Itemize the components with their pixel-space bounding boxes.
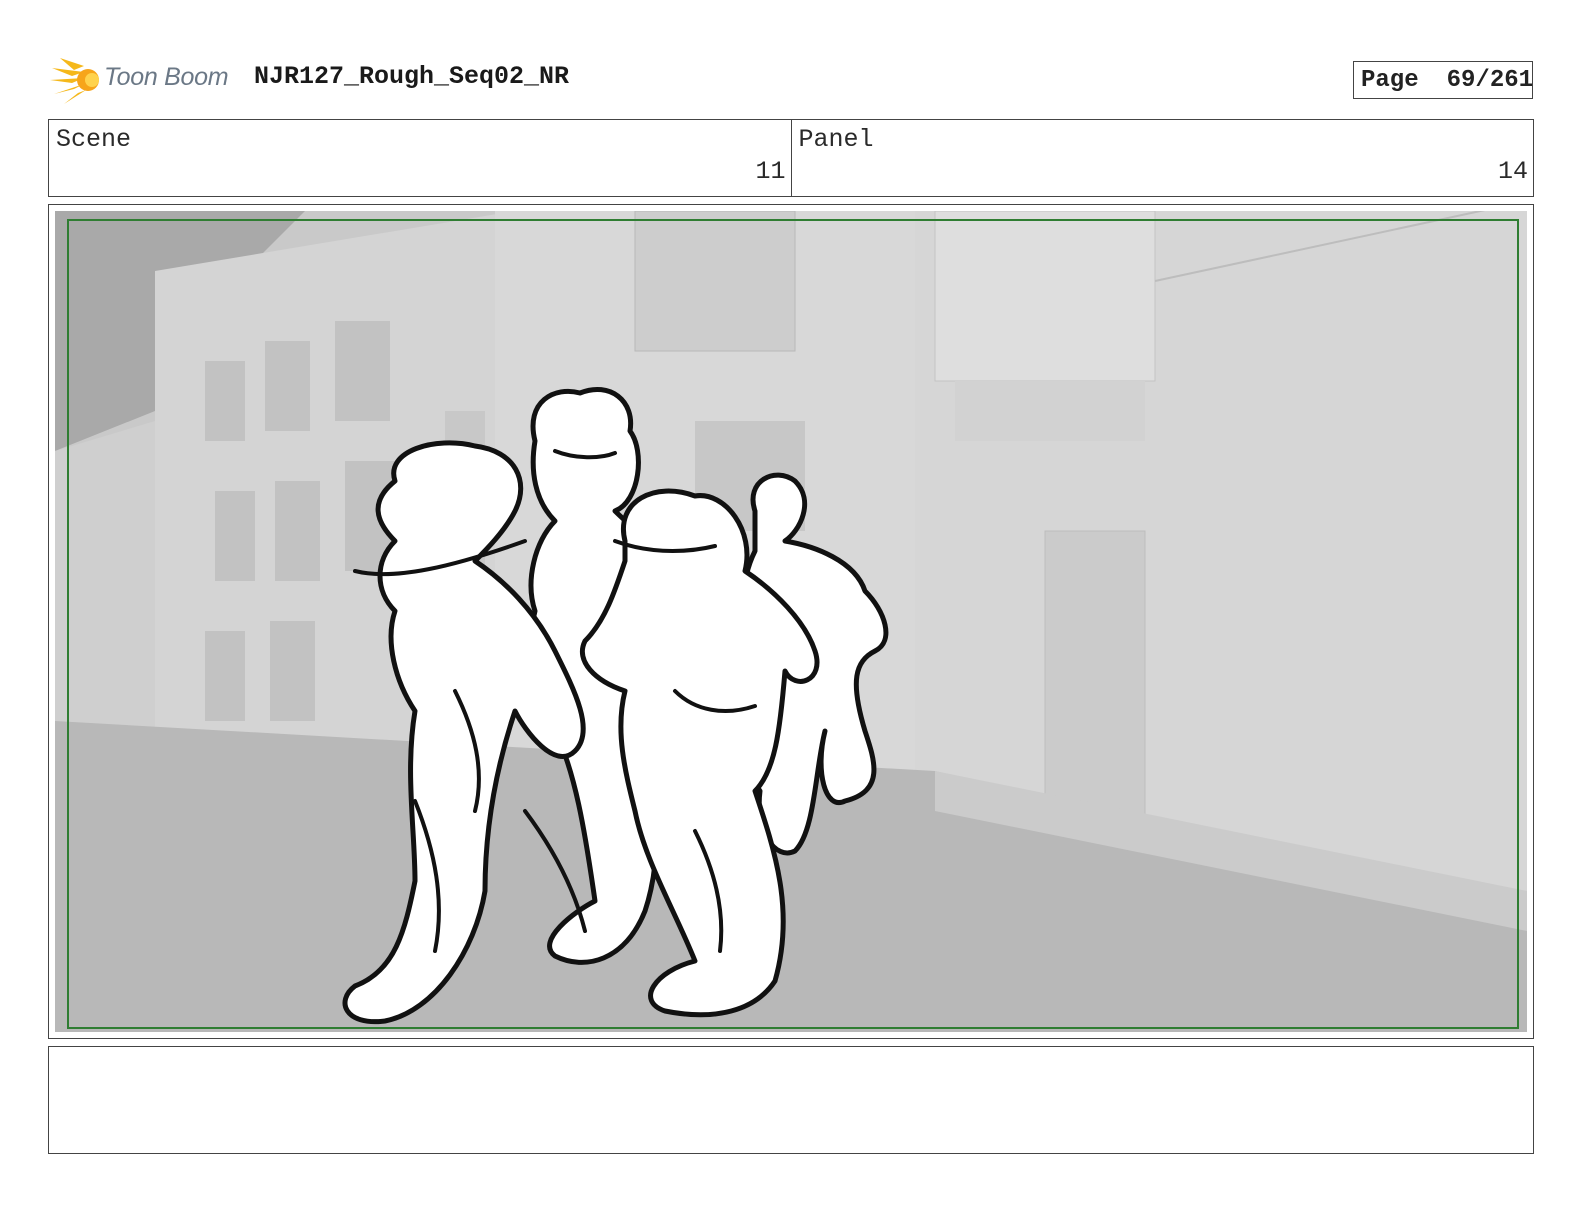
scene-panel-info: Scene 11 Panel 14: [48, 119, 1534, 197]
page-indicator: Page 69/261: [1353, 61, 1533, 99]
panel-number: 14: [1497, 157, 1528, 186]
panel-cell: Panel 14: [790, 120, 1534, 196]
safe-frame-border: [67, 219, 1519, 1029]
logo-text: Toon Boom: [104, 63, 229, 91]
storyboard-panel: [48, 204, 1534, 1039]
scene-number: 11: [755, 157, 786, 186]
panel-notes: [48, 1046, 1534, 1154]
document-title: NJR127_Rough_Seq02_NR: [254, 62, 570, 91]
page-label: Page: [1361, 66, 1419, 94]
scene-label: Scene: [56, 125, 132, 154]
page-number: 69/261: [1446, 66, 1534, 94]
panel-drawing: [55, 211, 1527, 1032]
panel-label: Panel: [798, 125, 874, 154]
scene-cell: Scene 11: [49, 120, 791, 196]
toon-boom-logo: Toon Boom: [50, 56, 240, 106]
sunburst-icon: [50, 58, 99, 104]
